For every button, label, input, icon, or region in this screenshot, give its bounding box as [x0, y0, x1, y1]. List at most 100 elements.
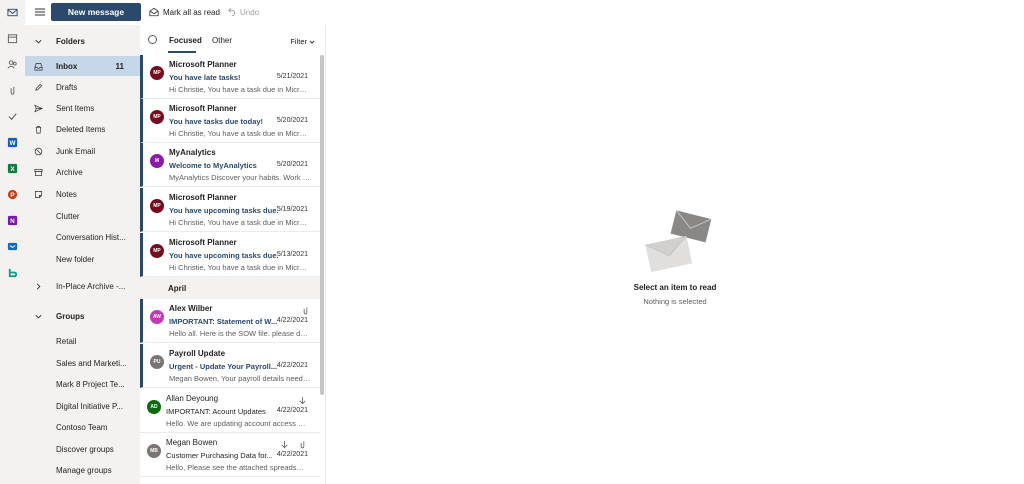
tab-other[interactable]: Other [212, 36, 232, 45]
chevron-down-icon [33, 36, 43, 46]
empty-state-subtitle: Nothing is selected [643, 297, 707, 306]
mark-all-read-button[interactable]: Mark all as read [149, 6, 220, 18]
message-subject: You have tasks due today! [169, 117, 264, 126]
reading-pane: Select an item to read Nothing is select… [326, 25, 1024, 484]
message-date: 5/21/2021 [276, 73, 308, 80]
group-label: Mark 8 Project Te... [56, 379, 125, 389]
group-item[interactable]: Sales and Marketi... [25, 353, 140, 373]
note-icon [33, 189, 43, 199]
envelope-open-icon [149, 7, 159, 17]
folder-sent-items[interactable]: Sent Items [25, 98, 140, 118]
group-item[interactable]: Digital Initiative P... [25, 396, 140, 416]
message-sender: Microsoft Planner [169, 104, 237, 113]
powerpoint-icon[interactable]: P [6, 188, 19, 201]
group-item[interactable]: Mark 8 Project Te... [25, 374, 140, 394]
message-preview: Hi Christie, You have a task due in Micr… [169, 129, 311, 138]
folder-junk-email[interactable]: Junk Email [25, 141, 140, 161]
message-item[interactable]: MB Megan Bowen Customer Purchasing Data … [140, 433, 320, 477]
message-sender: Payroll Update [169, 349, 226, 358]
message-preview: MyAnalytics Discover your habits. Work s… [169, 173, 311, 182]
folder-new-folder[interactable]: New folder [25, 249, 140, 269]
people-icon[interactable] [6, 58, 19, 71]
discover-groups-link[interactable]: Discover groups [25, 439, 140, 459]
mark-all-read-label: Mark all as read [163, 7, 220, 17]
folder-clutter[interactable]: Clutter [25, 206, 140, 226]
arrow-down-icon [299, 396, 306, 405]
undo-button[interactable]: Undo [226, 6, 259, 18]
mail-icon[interactable] [6, 6, 19, 19]
manage-groups-link[interactable]: Manage groups [25, 460, 140, 480]
avatar: MP [150, 66, 164, 80]
group-item[interactable]: Retail [25, 331, 140, 351]
archive-group-label: In-Place Archive -... [56, 281, 126, 291]
message-item[interactable]: MP Microsoft Planner You have late tasks… [140, 55, 320, 99]
select-all-checkbox[interactable] [148, 35, 157, 44]
message-date: 5/20/2021 [276, 117, 308, 124]
folder-notes[interactable]: Notes [25, 184, 140, 204]
hamburger-menu-icon[interactable] [34, 6, 46, 18]
attachment-icon [300, 441, 305, 449]
arrow-down-icon [281, 440, 288, 449]
message-subject: IMPORTANT: Acount Updates [166, 407, 266, 416]
message-subject: You have late tasks! [169, 73, 241, 82]
group-label: Digital Initiative P... [56, 401, 123, 411]
folder-inbox[interactable]: Inbox 11 [25, 56, 140, 76]
onenote-icon[interactable]: N [6, 214, 19, 227]
folder-drafts[interactable]: Drafts [25, 77, 140, 97]
excel-icon[interactable]: X [6, 162, 19, 175]
attach-icon[interactable] [6, 84, 19, 97]
tab-focused[interactable]: Focused [169, 36, 202, 45]
calendar-icon[interactable] [6, 32, 19, 45]
attachment-icon [303, 307, 308, 315]
folder-deleted-items[interactable]: Deleted Items [25, 119, 140, 139]
in-place-archive[interactable]: In-Place Archive -... [25, 276, 140, 296]
message-item[interactable]: AD Allan Deyoung IMPORTANT: Acount Updat… [140, 389, 320, 433]
message-item[interactable]: AW Alex Wilber IMPORTANT: Statement of W… [140, 299, 320, 343]
bookings-icon[interactable] [6, 266, 19, 279]
filter-button[interactable]: Filter [290, 37, 315, 46]
groups-header-label: Groups [56, 311, 85, 321]
group-label: Sales and Marketi... [56, 358, 127, 368]
message-item[interactable]: MP Microsoft Planner You have tasks due … [140, 99, 320, 143]
empty-state-title: Select an item to read [633, 283, 717, 292]
trash-icon [33, 124, 43, 134]
message-item[interactable]: M MyAnalytics Welcome to MyAnalytics 5/2… [140, 143, 320, 187]
folder-conversation-history[interactable]: Conversation Hist... [25, 227, 140, 247]
message-sender: Allan Deyoung [166, 394, 219, 403]
folders-header[interactable]: Folders [25, 31, 140, 51]
message-sender: Microsoft Planner [169, 238, 237, 247]
folder-archive[interactable]: Archive [25, 162, 140, 182]
new-message-button[interactable]: New message [51, 3, 141, 21]
message-item[interactable]: MP Microsoft Planner You have upcoming t… [140, 233, 320, 277]
group-item[interactable]: Contoso Team [25, 417, 140, 437]
message-item[interactable]: PU Payroll Update Urgent - Update Your P… [140, 344, 320, 388]
folder-label: Drafts [56, 82, 78, 92]
avatar: MP [150, 110, 164, 124]
folders-header-label: Folders [56, 36, 85, 46]
message-date: 4/22/2021 [276, 317, 308, 324]
message-sender: MyAnalytics [169, 148, 216, 157]
message-date: 4/22/2021 [276, 451, 308, 458]
svg-text:X: X [10, 166, 15, 173]
message-sender: Microsoft Planner [169, 193, 237, 202]
avatar: MB [147, 444, 161, 458]
message-sender: Alex Wilber [169, 304, 213, 313]
groups-header[interactable]: Groups [25, 306, 140, 326]
undo-icon [228, 7, 236, 17]
message-sender: Microsoft Planner [169, 60, 237, 69]
message-preview: Hello. We are updating account access pl… [166, 419, 308, 428]
todo-icon[interactable] [6, 110, 19, 123]
message-preview: Hello, Please see the attached spreadshe… [166, 463, 308, 472]
message-item[interactable]: MP Microsoft Planner You have upcoming t… [140, 188, 320, 232]
message-subject: IMPORTANT: Statement of W... [169, 317, 278, 326]
message-preview: Hi Christie, You have a task due in Micr… [169, 218, 311, 227]
word-icon[interactable]: W [6, 136, 19, 149]
avatar: PU [150, 355, 164, 369]
avatar: MP [150, 244, 164, 258]
group-label: Discover groups [56, 444, 114, 454]
scrollbar[interactable] [320, 55, 324, 395]
group-label: Retail [56, 336, 77, 346]
outlook-icon[interactable] [6, 240, 19, 253]
avatar: MP [150, 199, 164, 213]
block-icon [33, 146, 43, 156]
